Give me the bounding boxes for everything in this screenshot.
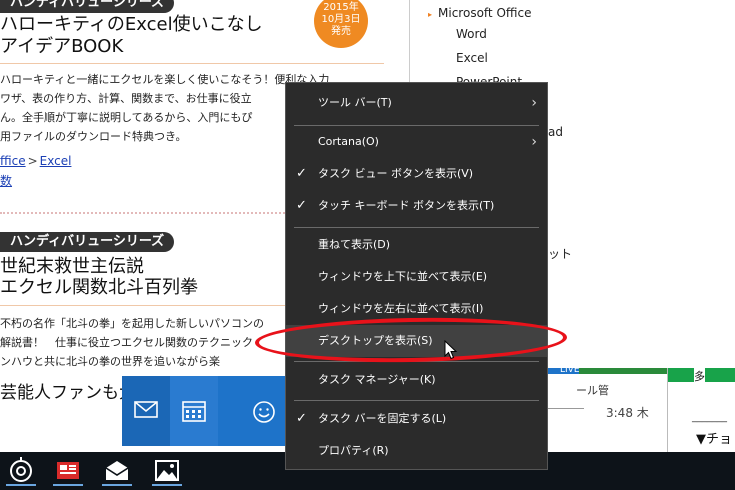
- news-app-icon[interactable]: [53, 456, 83, 486]
- groove-music-icon[interactable]: [6, 456, 36, 486]
- menu-item-cascade-windows[interactable]: 重ねて表示(D): [286, 229, 547, 261]
- menu-item-label: ウィンドウを左右に並べて表示(I): [318, 302, 484, 315]
- photos-app-icon[interactable]: [152, 456, 182, 486]
- calendar-icon: [182, 401, 206, 422]
- active-indicator: [53, 484, 83, 486]
- checkmark-icon: ✓: [296, 198, 307, 213]
- menu-item-lock-taskbar[interactable]: ✓ タスク バーを固定する(L): [286, 403, 547, 435]
- mail-app-icon[interactable]: [102, 456, 132, 486]
- submenu-arrow-icon: ›: [531, 95, 537, 111]
- menu-separator: [294, 361, 539, 362]
- bullet-arrow-icon: ▸: [428, 10, 433, 19]
- menu-item-cortana[interactable]: Cortana(O) ›: [286, 126, 547, 158]
- sidebar-item-word[interactable]: Word: [456, 27, 487, 41]
- mouse-pointer-icon: [444, 340, 458, 360]
- book-title-line1[interactable]: ハローキティのExcel使いこなし: [0, 14, 263, 36]
- series-badge: ハンディバリューシリーズ: [0, 0, 175, 13]
- mail-app-toolbar: [122, 376, 288, 446]
- menu-separator: [294, 227, 539, 228]
- menu-item-show-windows-side-by-side[interactable]: ウィンドウを左右に並べて表示(I): [286, 293, 547, 325]
- sidebar-item-excel[interactable]: Excel: [456, 51, 488, 65]
- mail-notification[interactable]: ール管 3:48 木: [548, 368, 667, 452]
- active-indicator: [152, 484, 182, 486]
- menu-item-show-desktop[interactable]: デスクトップを表示(S): [286, 325, 547, 357]
- banner-text-area: 芸能人ファンも大: [0, 368, 136, 452]
- menu-item-label: Cortana(O): [318, 135, 379, 148]
- notification-divider: [548, 408, 584, 409]
- breadcrumb-separator: >: [27, 154, 38, 168]
- live-label: LIVE: [560, 365, 580, 375]
- release-label: 発売: [331, 26, 351, 37]
- banner-text: 芸能人ファンも大: [0, 383, 136, 403]
- sidebar-item-microsoft-office[interactable]: ▸ Microsoft Office: [428, 6, 531, 20]
- live-tile-strip-green: [579, 368, 667, 374]
- menu-item-label: タスク マネージャー(K): [318, 373, 436, 386]
- menu-item-label: タスク ビュー ボタンを表示(V): [318, 167, 474, 180]
- mail-tile[interactable]: [122, 376, 170, 446]
- menu-item-label: プロパティ(R): [318, 444, 389, 457]
- menu-item-label: ツール バー(T): [318, 96, 392, 109]
- active-indicator: [102, 484, 132, 486]
- sidebar-item-label: Microsoft Office: [438, 6, 532, 20]
- menu-item-show-task-view-button[interactable]: ✓ タスク ビュー ボタンを表示(V): [286, 158, 547, 190]
- menu-item-label: デスクトップを表示(S): [318, 334, 433, 347]
- menu-item-label: 重ねて表示(D): [318, 238, 391, 251]
- menu-item-show-windows-stacked[interactable]: ウィンドウを上下に並べて表示(E): [286, 261, 547, 293]
- menu-item-label: ウィンドウを上下に並べて表示(E): [318, 270, 488, 283]
- category-link-excel[interactable]: Excel: [40, 154, 72, 168]
- category-breadcrumb-2: 数: [0, 172, 12, 190]
- active-indicator: [6, 484, 36, 486]
- menu-item-properties[interactable]: プロパティ(R): [286, 435, 547, 467]
- release-date-badge: 2015年 10月3日 発売: [314, 0, 368, 48]
- notification-title: ール管: [576, 384, 609, 397]
- notification-time: 3:48 木: [606, 406, 649, 420]
- menu-separator: [294, 400, 539, 401]
- checkmark-icon: ✓: [296, 166, 307, 181]
- calendar-tile[interactable]: [170, 376, 218, 446]
- taskbar-context-menu: ツール バー(T) › Cortana(O) › ✓ タスク ビュー ボタンを表…: [285, 82, 548, 470]
- sidebar-item-partial[interactable]: ット: [548, 245, 572, 262]
- category-link-office[interactable]: ffice: [0, 154, 26, 168]
- book-title-line1[interactable]: 世紀末救世主伝説: [0, 256, 144, 278]
- category-link-formula[interactable]: 数: [0, 174, 12, 188]
- release-year: 2015年: [323, 2, 359, 13]
- book-title-line2[interactable]: エクセル関数北斗百列拳: [0, 277, 198, 299]
- news-side-panel: 多 _______ ▼チョ: [667, 368, 735, 452]
- book-title-line2[interactable]: アイデアBOOK: [0, 36, 123, 58]
- side-panel-link[interactable]: ▼チョ: [696, 428, 732, 447]
- side-panel-text: 多: [694, 368, 705, 384]
- menu-item-show-touch-keyboard-button[interactable]: ✓ タッチ キーボード ボタンを表示(T): [286, 190, 547, 222]
- menu-item-task-manager[interactable]: タスク マネージャー(K): [286, 364, 547, 396]
- menu-item-label: タッチ キーボード ボタンを表示(T): [318, 199, 495, 212]
- checkmark-icon: ✓: [296, 411, 307, 426]
- people-tile[interactable]: [240, 376, 288, 446]
- submenu-arrow-icon: ›: [531, 134, 537, 150]
- menu-item-label: タスク バーを固定する(L): [318, 412, 447, 425]
- smiley-icon: [253, 401, 275, 423]
- sidebar-item-partial[interactable]: ad: [548, 125, 563, 139]
- side-panel-rule: _______: [692, 412, 727, 423]
- divider: [0, 63, 384, 64]
- menu-item-toolbars[interactable]: ツール バー(T) ›: [286, 87, 547, 119]
- category-breadcrumb: ffice > Excel: [0, 152, 71, 170]
- page-right-margin: [629, 0, 735, 368]
- release-day: 10月3日: [321, 14, 361, 25]
- series-badge: ハンディバリューシリーズ: [0, 232, 175, 252]
- envelope-icon: [134, 401, 158, 418]
